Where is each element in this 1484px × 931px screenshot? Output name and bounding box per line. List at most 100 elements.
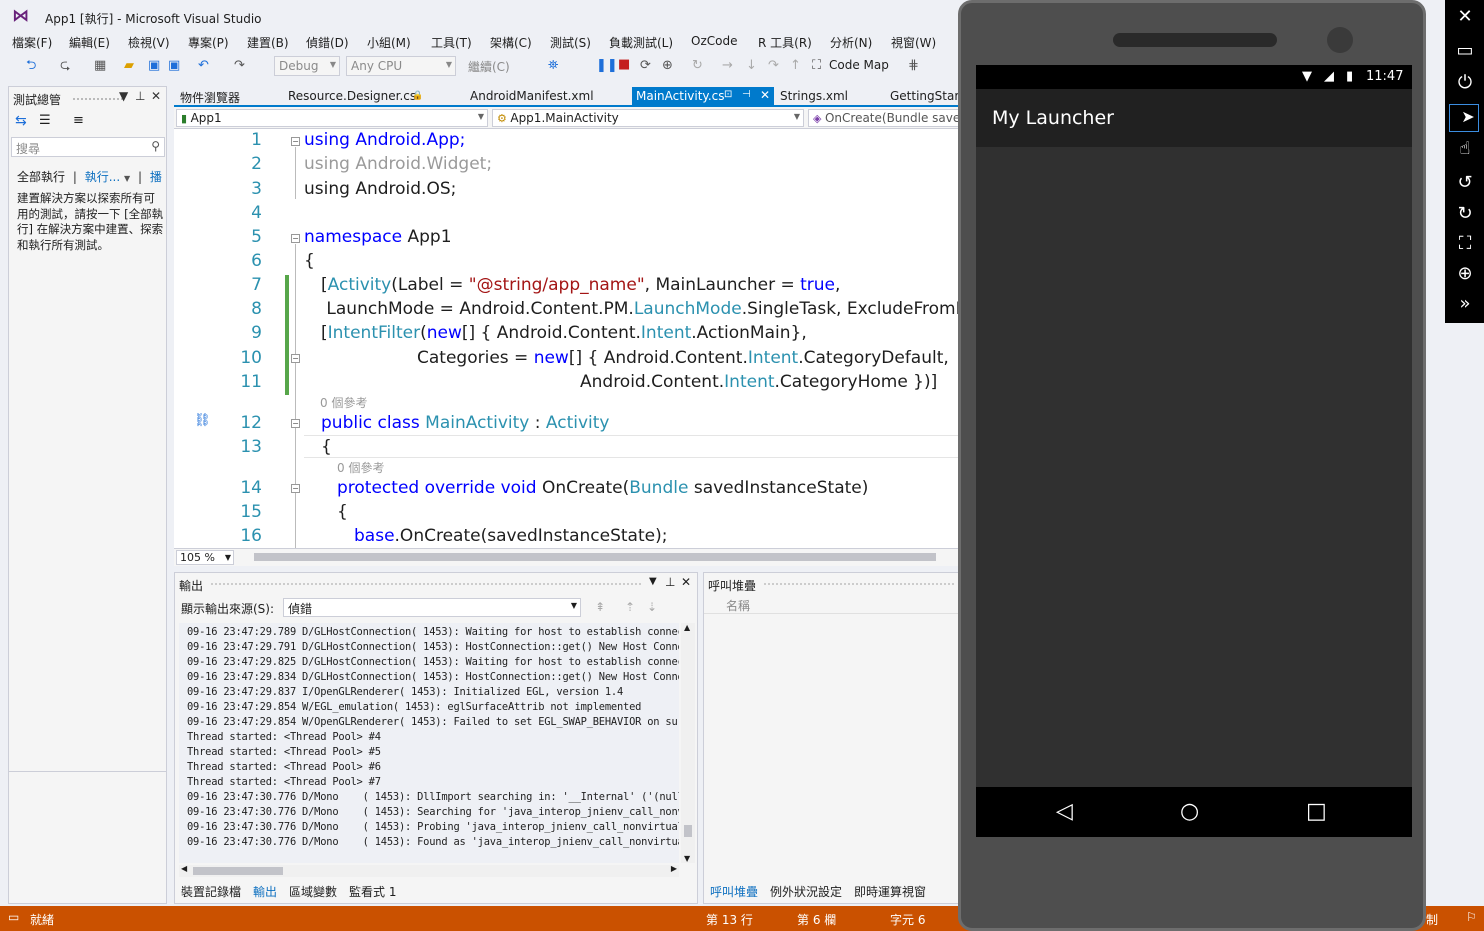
configuration-combo[interactable]: Debug ▼ [274, 56, 340, 76]
horizontal-scrollbar[interactable] [254, 553, 936, 561]
list-icon[interactable]: ≡ [73, 113, 84, 128]
platform-combo[interactable]: Any CPU ▼ [346, 56, 456, 76]
power-icon[interactable]: ⏻ [1453, 72, 1477, 93]
collapse-icon[interactable]: − [291, 137, 300, 146]
class-dropdown[interactable]: ⚙ App1.MainActivity ▼ [492, 109, 804, 127]
close-icon[interactable]: ✕ [760, 88, 770, 102]
step-back-icon[interactable]: ↷ [768, 58, 779, 74]
recent-apps-button[interactable]: □ [1306, 799, 1327, 824]
menu-file[interactable]: 檔案(F) [12, 34, 52, 51]
minimize-icon[interactable]: ▭ [1453, 40, 1477, 61]
project-dropdown[interactable]: ▮ App1 ▼ [176, 109, 488, 127]
close-icon[interactable]: ✕ [681, 575, 691, 589]
menu-r-tools[interactable]: R 工具(R) [758, 34, 812, 51]
panel-grip[interactable] [73, 98, 123, 100]
back-icon[interactable]: ⮌ [26, 58, 36, 74]
menu-team[interactable]: 小組(M) [367, 34, 411, 51]
tab-main-activity[interactable]: MainActivity.cs ⊡ ⊣ ✕ [632, 87, 774, 106]
reference-count[interactable]: 0 個參考 [320, 394, 367, 411]
save-icon[interactable]: ▣ [148, 58, 160, 74]
next-message-icon[interactable]: ⇣ [647, 600, 657, 614]
find-message-icon[interactable]: ⇞ [595, 600, 605, 614]
tab-device-log[interactable]: 裝置記錄檔 [181, 883, 241, 900]
close-icon[interactable]: ✕ [1453, 6, 1477, 27]
tab-output[interactable]: 輸出 [253, 883, 277, 900]
rotate-right-icon[interactable]: ↻ [1453, 203, 1477, 224]
chevron-down-icon[interactable]: ▼ [649, 576, 657, 587]
show-next-statement-icon[interactable]: ⊕ [662, 58, 673, 74]
menu-debug[interactable]: 偵錯(D) [306, 34, 349, 51]
menu-architecture[interactable]: 架構(C) [490, 34, 532, 51]
fit-screen-icon[interactable]: ⛶ [1453, 233, 1477, 254]
test-search-input[interactable]: 搜尋 ⚲ [11, 137, 165, 157]
tab-immediate-window[interactable]: 即時運算視窗 [854, 883, 926, 900]
tab-watch-1[interactable]: 監看式 1 [349, 883, 396, 900]
panel-grip[interactable] [211, 583, 641, 585]
menu-tools[interactable]: 工具(T) [431, 34, 472, 51]
tab-object-browser[interactable]: 物件瀏覽器 [180, 89, 240, 106]
menu-analyze[interactable]: 分析(N) [830, 34, 872, 51]
group-by-icon[interactable]: ⇆ [15, 113, 27, 129]
stop-icon[interactable]: ■ [618, 57, 630, 73]
chevron-down-icon[interactable]: ▼ [119, 89, 128, 103]
panel-grip[interactable] [764, 583, 954, 585]
previous-message-icon[interactable]: ⇡ [625, 600, 635, 614]
redo-icon[interactable]: ↷ [234, 58, 245, 74]
tab-strings-xml[interactable]: Strings.xml [780, 89, 848, 103]
menu-load-test[interactable]: 負載測試(L) [609, 34, 673, 51]
column-header-name[interactable]: 名稱 [726, 597, 750, 614]
attach-icon[interactable]: ⛯ [548, 58, 558, 74]
zoom-icon[interactable]: ⊕ [1453, 263, 1477, 284]
toolbar-options-icon[interactable]: ⋕ [908, 58, 919, 74]
menu-project[interactable]: 專案(P) [188, 34, 229, 51]
pointer-mode-button[interactable]: ➤ [1449, 104, 1479, 132]
menu-ozcode[interactable]: OzCode [691, 34, 737, 48]
code-map-glyph-icon[interactable]: ⛓ [194, 413, 211, 428]
playlist-icon[interactable]: ☰ [39, 113, 51, 128]
notifications-icon[interactable]: ⚐ [1466, 910, 1477, 924]
emulator-screen[interactable]: ▼ ◢ ▮ 11:47 My Launcher ◁ ○ □ [976, 65, 1412, 837]
pin-icon[interactable]: ⊥ [135, 89, 145, 103]
new-project-icon[interactable]: ▦ [94, 58, 106, 74]
run-button[interactable]: 執行... [85, 170, 120, 184]
collapse-icon[interactable]: − [291, 234, 300, 243]
menu-test[interactable]: 測試(S) [550, 34, 591, 51]
forward-icon[interactable]: ⮎ [60, 58, 70, 74]
output-text-area[interactable]: 09-16 23:47:29.789 D/GLHostConnection( 1… [179, 623, 679, 863]
tab-getting-started[interactable]: GettingStart [890, 89, 964, 103]
step-over-icon[interactable]: → [722, 58, 733, 74]
hot-reload-icon[interactable]: ↻ [692, 58, 703, 74]
pin-icon[interactable]: ⊥ [665, 575, 675, 589]
collapse-icon[interactable]: − [291, 419, 300, 428]
reference-count[interactable]: 0 個參考 [337, 459, 384, 476]
vertical-scrollbar[interactable]: ▲ ▼ [681, 623, 695, 863]
code-editor[interactable]: 1 2 3 4 5 6 7 8 9 10 11 12 13 14 15 16 ⛓… [174, 129, 960, 548]
rotate-left-icon[interactable]: ↺ [1453, 172, 1477, 193]
menu-build[interactable]: 建置(B) [247, 34, 289, 51]
code-map-button[interactable]: Code Map [829, 58, 889, 72]
horizontal-scrollbar[interactable]: ◀ ▶ [179, 864, 679, 877]
collapse-icon[interactable]: − [291, 484, 300, 493]
undo-icon[interactable]: ↶ [198, 58, 209, 74]
tab-exception-settings[interactable]: 例外狀況設定 [770, 883, 842, 900]
home-button[interactable]: ○ [1180, 799, 1199, 824]
menu-edit[interactable]: 編輯(E) [69, 34, 110, 51]
back-button[interactable]: ◁ [1056, 799, 1073, 824]
touch-icon[interactable]: ☝ [1453, 138, 1477, 159]
close-icon[interactable]: ✕ [151, 89, 161, 103]
open-file-icon[interactable]: ▰ [124, 58, 134, 74]
zoom-combo[interactable]: 105 % ▼ [176, 550, 234, 565]
tab-call-stack[interactable]: 呼叫堆疊 [710, 883, 758, 900]
collapse-icon[interactable]: − [291, 354, 300, 363]
restart-icon[interactable]: ⟳ [640, 58, 651, 74]
member-dropdown[interactable]: ◈ OnCreate(Bundle saved [808, 109, 960, 127]
step-out-icon[interactable]: ↑ [790, 58, 801, 74]
run-all-button[interactable]: 全部執行 [17, 170, 65, 184]
save-all-icon[interactable]: ▣ [168, 58, 180, 74]
pin-icon[interactable]: ⊣ [742, 89, 751, 100]
output-source-dropdown[interactable]: 偵錯 ▼ [283, 598, 581, 617]
continue-button[interactable]: 繼續(C) [468, 58, 510, 75]
pause-icon[interactable]: ❚❚ [596, 58, 618, 74]
tab-android-manifest[interactable]: AndroidManifest.xml [470, 89, 594, 103]
playlist-button[interactable]: 播 [150, 170, 162, 184]
